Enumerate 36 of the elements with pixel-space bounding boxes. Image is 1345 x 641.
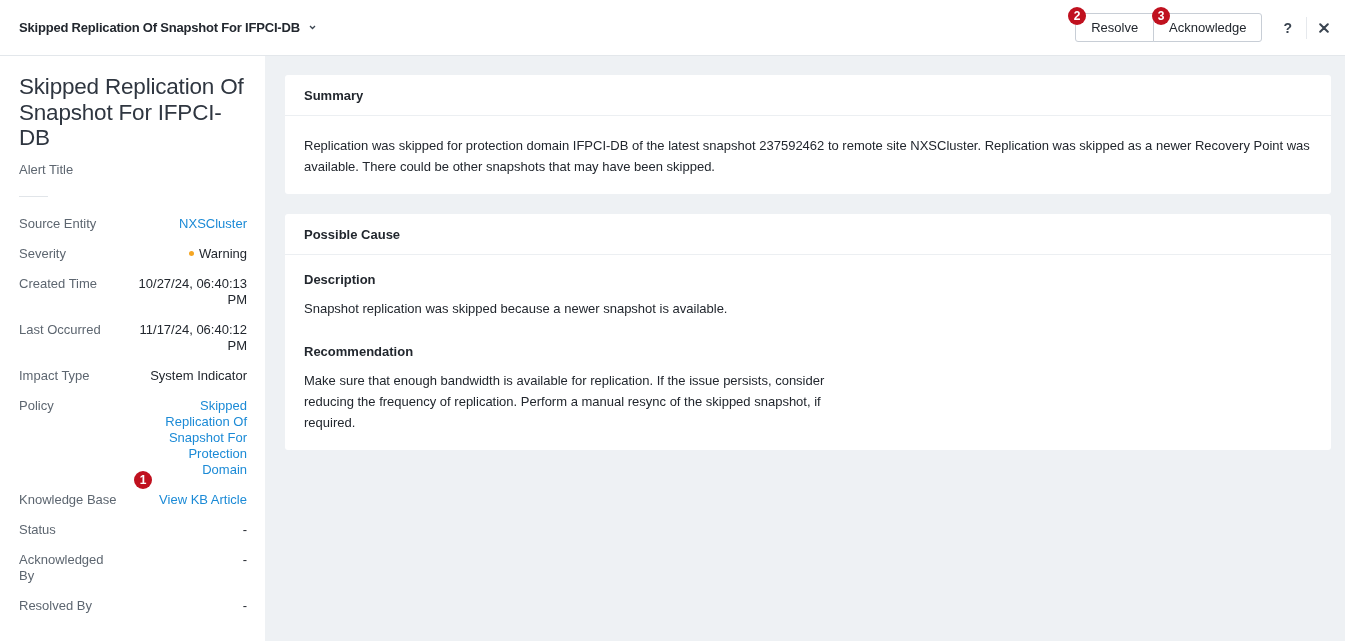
- field-label: Last Occurred: [19, 321, 102, 339]
- field-label: Knowledge Base: [19, 491, 118, 508]
- card-title: Possible Cause: [304, 226, 401, 242]
- step-marker: 3: [1152, 7, 1171, 25]
- field-value: -: [242, 521, 247, 538]
- field-link[interactable]: NXSCluster: [179, 215, 247, 232]
- field-value: -: [242, 551, 247, 569]
- field-label: Status: [19, 521, 57, 538]
- section-heading: Description: [304, 271, 377, 289]
- alert-title: Skipped Replication Of Snapshot For IFPCI-DB: [19, 20, 300, 35]
- field-label: Source Entity: [19, 215, 98, 232]
- field-label: Created Time: [19, 275, 99, 293]
- close-icon: [1319, 22, 1329, 33]
- field-link[interactable]: Skipped Replication Of Snapshot For Protection Domain: [152, 397, 247, 478]
- field-label: Acknowledged By: [19, 551, 105, 584]
- field-link[interactable]: View KB Article: [159, 491, 247, 508]
- caret-icon[interactable]: [308, 25, 316, 30]
- step-marker: 2: [1068, 7, 1087, 25]
- field-value: System Indicator: [150, 367, 247, 384]
- field-value: 11/17/24, 06:40:12 PM: [138, 321, 247, 354]
- field-label: Impact Type: [19, 367, 91, 384]
- field-label: Resolved By: [19, 597, 93, 614]
- panel-title: Skipped Replication Of Snapshot For IFPCI-DB: [19, 74, 245, 151]
- section-text: Snapshot replication was skipped because a newer snapshot is available.: [304, 300, 729, 318]
- field-label: Policy: [19, 397, 55, 415]
- help-button[interactable]: ?: [1279, 17, 1296, 38]
- section-text: Make sure that enough bandwidth is available for replication. If the issue persists, consider reducing the frequency of replication. Perform a manual resync of the skipped snapshot, if required.: [304, 372, 826, 432]
- step-marker: 1: [134, 470, 152, 489]
- card-title: Summary: [304, 87, 364, 103]
- field-value: -: [242, 597, 247, 614]
- field-label: Severity: [19, 245, 67, 262]
- field-value: 10/27/24, 06:40:13 PM: [137, 275, 247, 308]
- section-heading: Recommendation: [304, 343, 415, 361]
- panel-subtitle: Alert Title: [19, 161, 75, 178]
- field-value: Warning: [199, 245, 247, 262]
- section-text: Replication was skipped for protection domain IFPCI-DB of the latest snapshot 237592462 to remote site NXSCluster. Replication was skipped as a newer Recovery Point was available. There could be other snapshots that may have been skipped.: [304, 137, 1311, 176]
